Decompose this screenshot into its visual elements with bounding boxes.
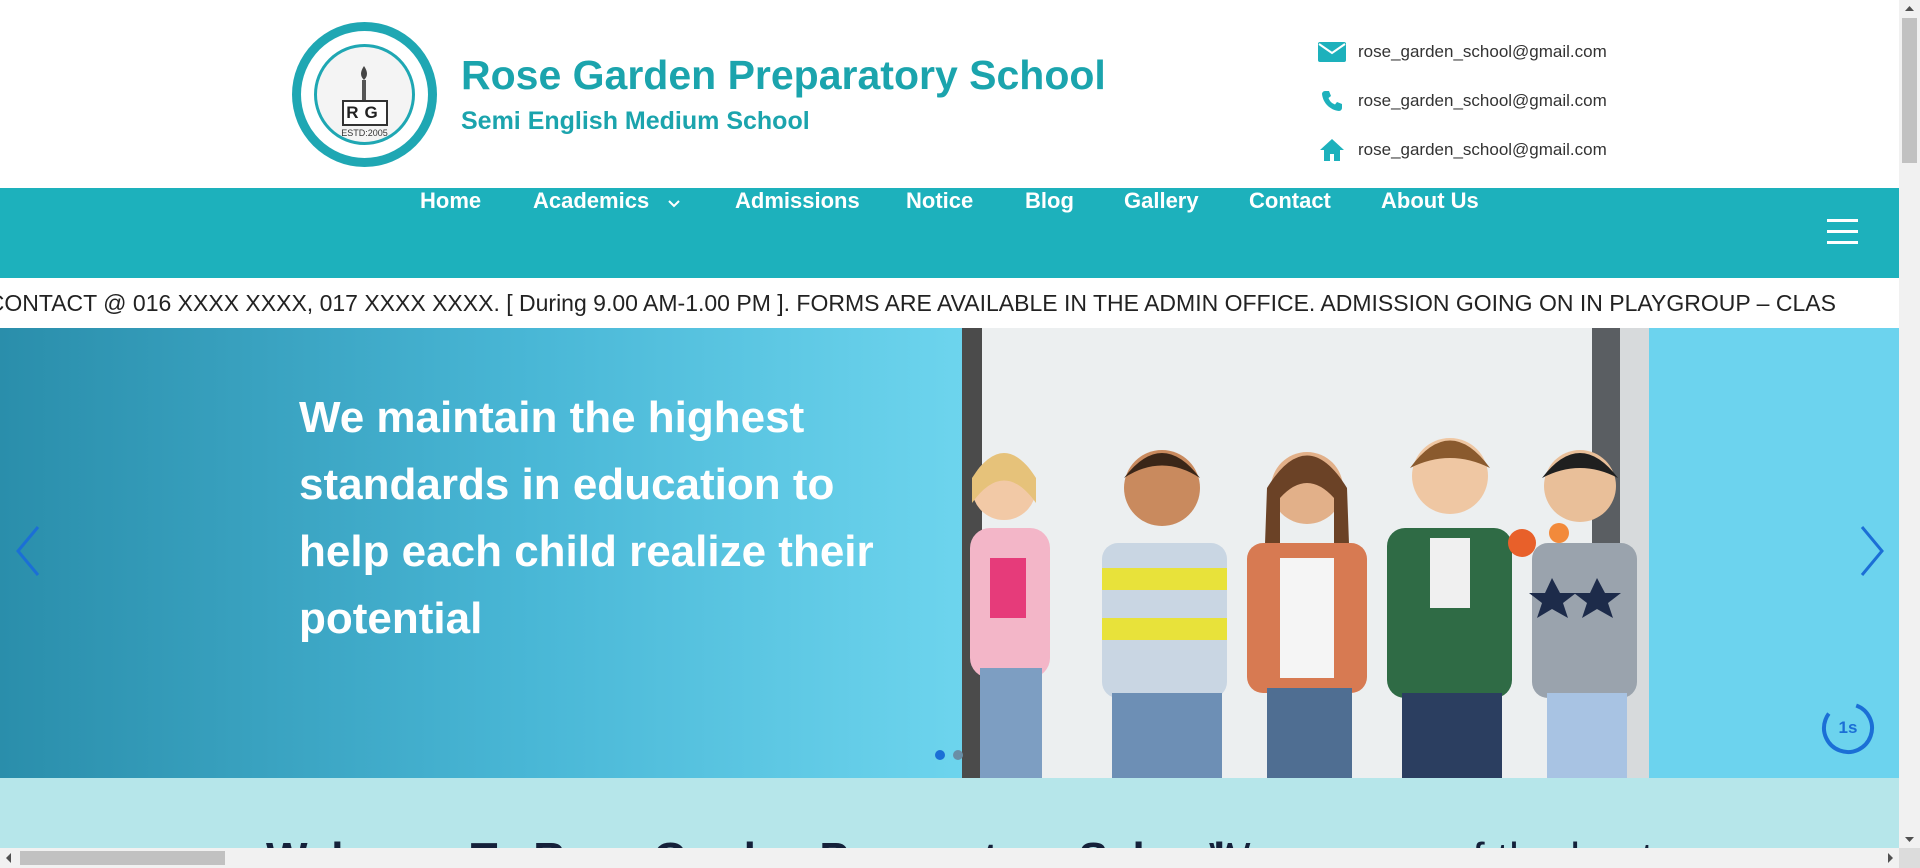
hero-heading: We maintain the highest standards in edu… bbox=[299, 393, 874, 643]
hero-slider: We maintain the highest standards in edu… bbox=[0, 328, 1899, 778]
welcome-section: Welcome To Rose Garden Preparatory Schoo… bbox=[0, 778, 1899, 848]
contact-address[interactable]: rose_garden_school@gmail.com bbox=[1316, 136, 1607, 164]
nav-academics[interactable]: Academics bbox=[533, 188, 681, 278]
logo-bottom-text: MIRPUR, DHAKA bbox=[326, 134, 403, 158]
horizontal-scroll-thumb[interactable] bbox=[20, 851, 225, 865]
nav-contact[interactable]: Contact bbox=[1249, 188, 1331, 278]
main-nav: Home Academics Admissions Notice Blog Ga… bbox=[0, 188, 1899, 278]
nav-admissions[interactable]: Admissions bbox=[735, 188, 860, 278]
autoplay-timer-label: 1s bbox=[1838, 718, 1858, 737]
home-icon bbox=[1316, 136, 1348, 164]
contact-email[interactable]: rose_garden_school@gmail.com bbox=[1316, 38, 1607, 66]
slider-dots bbox=[935, 750, 963, 760]
chevron-left-icon[interactable] bbox=[10, 521, 50, 581]
slider-dot-2[interactable] bbox=[953, 750, 963, 760]
nav-blog[interactable]: Blog bbox=[1025, 188, 1074, 278]
contact-email-text: rose_garden_school@gmail.com bbox=[1358, 42, 1607, 61]
nav-home[interactable]: Home bbox=[420, 188, 481, 278]
scrollbar-corner bbox=[1899, 848, 1920, 868]
vertical-scrollbar[interactable] bbox=[1899, 0, 1920, 848]
scroll-up-arrow-icon[interactable] bbox=[1899, 0, 1920, 17]
vertical-scroll-thumb[interactable] bbox=[1902, 18, 1917, 163]
phone-icon bbox=[1316, 87, 1348, 115]
children-group-photo bbox=[962, 328, 1649, 778]
welcome-text: We are one of the best bbox=[1209, 834, 1653, 848]
marquee-text: PLY CONTACT @ 016 XXXX XXXX, 017 XXXX XX… bbox=[0, 290, 1836, 316]
nav-notice[interactable]: Notice bbox=[906, 188, 973, 278]
slider-dot-1[interactable] bbox=[935, 750, 945, 760]
school-name[interactable]: Rose Garden Preparatory School bbox=[461, 52, 1106, 99]
mail-icon bbox=[1316, 38, 1348, 66]
scroll-down-arrow-icon[interactable] bbox=[1899, 831, 1920, 848]
contact-address-text: rose_garden_school@gmail.com bbox=[1358, 140, 1607, 159]
contact-phone[interactable]: rose_garden_school@gmail.com bbox=[1316, 87, 1607, 115]
svg-text:MIRPUR, DHAKA: MIRPUR, DHAKA bbox=[326, 134, 403, 158]
scroll-right-arrow-icon[interactable] bbox=[1882, 848, 1899, 868]
school-logo[interactable]: ROSE GARDEN PREPARATORY SCHOOL RG ESTD:2… bbox=[292, 22, 437, 167]
chevron-right-icon[interactable] bbox=[1850, 521, 1890, 581]
announcement-marquee: PLY CONTACT @ 016 XXXX XXXX, 017 XXXX XX… bbox=[0, 278, 1899, 328]
scroll-left-arrow-icon[interactable] bbox=[0, 848, 17, 868]
chevron-down-icon bbox=[667, 189, 681, 215]
welcome-title: Welcome To Rose Garden Preparatory Schoo… bbox=[266, 834, 1225, 848]
site-header: ROSE GARDEN PREPARATORY SCHOOL RG ESTD:2… bbox=[0, 0, 1899, 188]
school-tagline: Semi English Medium School bbox=[461, 107, 810, 135]
nav-gallery[interactable]: Gallery bbox=[1124, 188, 1199, 278]
contact-phone-text: rose_garden_school@gmail.com bbox=[1358, 91, 1607, 110]
hamburger-menu-icon[interactable] bbox=[1827, 219, 1859, 247]
nav-academics-label: Academics bbox=[533, 188, 650, 213]
nav-about-us[interactable]: About Us bbox=[1381, 188, 1479, 278]
horizontal-scrollbar[interactable] bbox=[0, 848, 1899, 868]
